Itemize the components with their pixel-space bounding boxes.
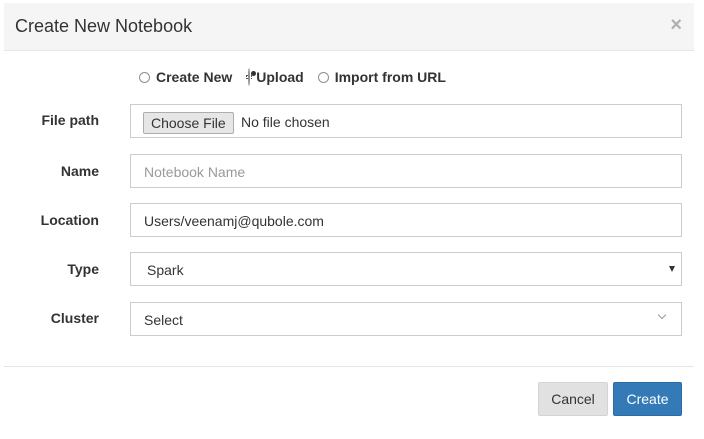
choose-file-button[interactable]: Choose File [143, 112, 234, 134]
radio-label: Upload [256, 69, 304, 85]
type-select[interactable]: Spark [130, 252, 682, 286]
radio-import-from-url[interactable]: Import from URL [317, 69, 446, 85]
close-icon[interactable]: × [670, 14, 682, 36]
create-notebook-dialog: Create New Notebook × Create New Upload … [0, 0, 704, 439]
file-path-field: Choose File No file chosen [130, 104, 682, 138]
chevron-down-icon [657, 310, 667, 320]
location-value: Users/veenamj@qubole.com [144, 213, 324, 229]
notebook-name-input[interactable]: Notebook Name [130, 154, 682, 188]
type-value: Spark [147, 262, 184, 278]
focus-ring [246, 68, 253, 86]
radio-circle-icon[interactable] [139, 71, 150, 83]
radio-create-new[interactable]: Create New [139, 69, 232, 85]
type-label: Type [67, 261, 99, 277]
file-path-label: File path [41, 112, 99, 128]
name-placeholder: Notebook Name [144, 164, 246, 180]
mode-radio-group: Create New Upload Import from URL [139, 66, 446, 88]
name-label: Name [60, 163, 99, 179]
cluster-select[interactable]: Select [130, 302, 682, 336]
dialog-header: Create New Notebook × [4, 3, 694, 51]
radio-circle-checked-icon[interactable] [248, 68, 251, 86]
radio-upload[interactable]: Upload [246, 68, 304, 86]
cluster-label: Cluster [50, 310, 99, 326]
radio-label: Import from URL [334, 69, 446, 85]
dialog-title: Create New Notebook [15, 16, 193, 36]
cluster-value: Select [144, 312, 183, 328]
footer-divider [4, 366, 694, 367]
location-label: Location [40, 212, 99, 228]
radio-label: Create New [156, 69, 233, 85]
create-button[interactable]: Create [613, 382, 682, 416]
caret-down-icon [669, 266, 675, 272]
file-status-text: No file chosen [241, 114, 330, 130]
cancel-button[interactable]: Cancel [538, 382, 608, 416]
radio-circle-icon[interactable] [317, 71, 329, 83]
location-input[interactable]: Users/veenamj@qubole.com [130, 203, 682, 237]
